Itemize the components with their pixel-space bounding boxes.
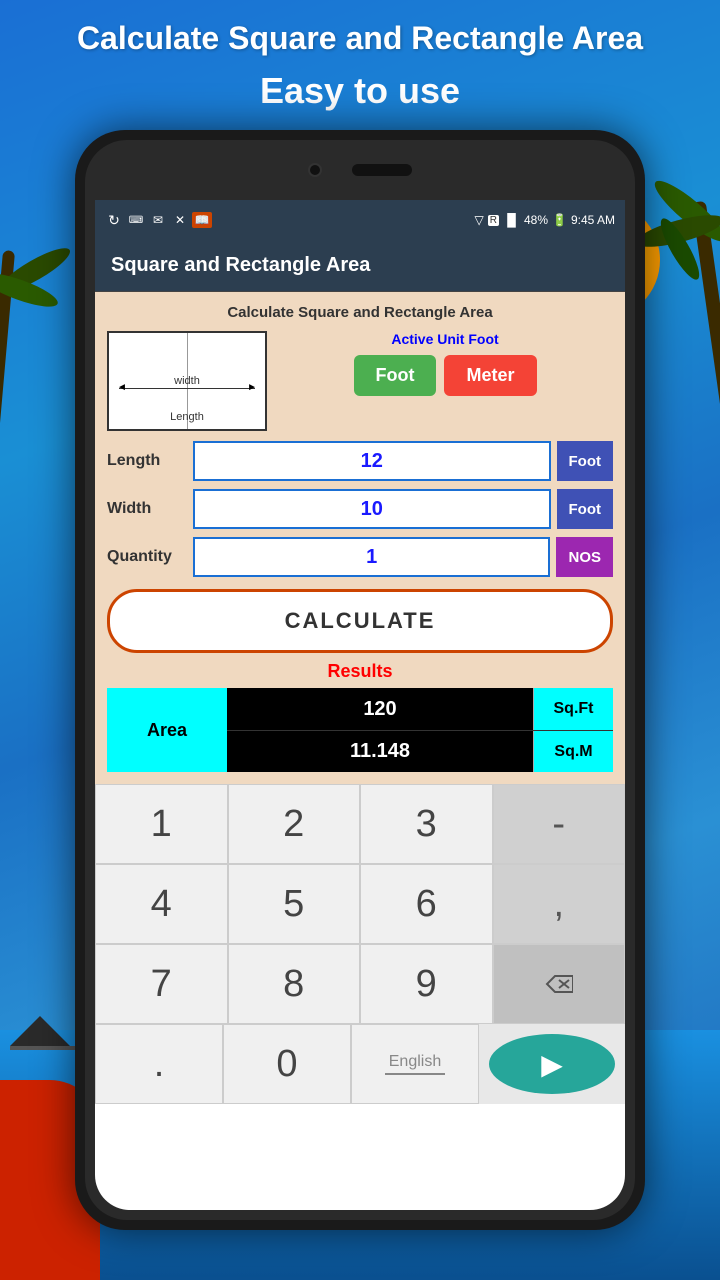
key-zero[interactable]: 0 <box>223 1024 351 1104</box>
key-2[interactable]: 2 <box>228 784 361 864</box>
phone-speaker <box>352 164 412 176</box>
length-input[interactable] <box>193 441 551 481</box>
bg-title: Calculate Square and Rectangle Area <box>0 20 720 57</box>
results-label: Results <box>107 661 613 682</box>
phone-device: ↻ ⌨ ✉ ✕ 📖 ▽ R <box>75 130 645 1230</box>
area-sqft-unit: Sq.Ft <box>533 688 613 730</box>
key-8[interactable]: 8 <box>228 944 361 1024</box>
network-r-icon: R <box>488 215 499 226</box>
messaging-icon: ✉ <box>149 211 167 229</box>
key-9[interactable]: 9 <box>360 944 493 1024</box>
foot-button[interactable]: Foot <box>354 355 437 396</box>
refresh-icon: ↻ <box>105 211 123 229</box>
numpad: 1 2 3 - 4 5 6 , 7 8 9 . 0 <box>95 784 625 1104</box>
quantity-unit-badge: NOS <box>556 537 613 577</box>
next-arrow-icon: ▶ <box>541 1048 563 1081</box>
key-dot[interactable]: . <box>95 1024 223 1104</box>
book-icon: 📖 <box>193 211 211 229</box>
meter-button[interactable]: Meter <box>444 355 536 396</box>
key-next[interactable]: ▶ <box>489 1034 615 1094</box>
shape-diagram: width ◄ ► Length <box>107 331 267 431</box>
calculate-button[interactable]: CALCULATE <box>107 589 613 653</box>
width-unit-badge: Foot <box>557 489 613 529</box>
key-5[interactable]: 5 <box>228 864 361 944</box>
calc-card-header: Calculate Square and Rectangle Area <box>107 304 613 321</box>
key-english[interactable]: English <box>351 1024 479 1104</box>
wifi-off-icon: ✕ <box>171 211 189 229</box>
english-label: English <box>389 1053 441 1071</box>
quantity-input[interactable] <box>193 537 550 577</box>
keyboard-icon: ⌨ <box>127 211 145 229</box>
length-unit-badge: Foot <box>557 441 613 481</box>
key-6[interactable]: 6 <box>360 864 493 944</box>
battery-icon: 🔋 <box>552 213 567 227</box>
width-input[interactable] <box>193 489 551 529</box>
results-table: Area 120 Sq.Ft 11.148 Sq.M <box>107 688 613 772</box>
signal-bars-icon: ▐▌ <box>503 213 520 227</box>
width-label: Width <box>107 500 187 518</box>
screen: ↻ ⌨ ✉ ✕ 📖 ▽ R <box>95 200 625 1210</box>
app-title: Square and Rectangle Area <box>111 254 370 277</box>
bg-subtitle: Easy to use <box>0 70 720 112</box>
wifi-signal-icon: ▽ <box>475 213 484 227</box>
area-sqft-value: 120 <box>227 688 533 730</box>
area-label: Area <box>107 688 227 772</box>
shape-width-label: width <box>174 375 200 387</box>
input-rows: Length Foot Width Foot Quantity NOS <box>107 441 613 577</box>
calc-card: Calculate Square and Rectangle Area widt… <box>95 292 625 784</box>
key-1[interactable]: 1 <box>95 784 228 864</box>
key-4[interactable]: 4 <box>95 864 228 944</box>
app-bar: Square and Rectangle Area <box>95 240 625 292</box>
key-7[interactable]: 7 <box>95 944 228 1024</box>
shape-length-label: Length <box>170 411 204 423</box>
key-3[interactable]: 3 <box>360 784 493 864</box>
area-sqm-unit: Sq.M <box>533 731 613 772</box>
active-unit-label: Active Unit Foot <box>391 331 498 347</box>
battery-pct: 48% <box>524 213 548 227</box>
length-label: Length <box>107 452 187 470</box>
quantity-label: Quantity <box>107 548 187 566</box>
clock: 9:45 AM <box>571 213 615 227</box>
phone-camera <box>308 163 322 177</box>
key-minus[interactable]: - <box>493 784 626 864</box>
status-bar: ↻ ⌨ ✉ ✕ 📖 ▽ R <box>95 200 625 240</box>
key-comma[interactable]: , <box>493 864 626 944</box>
area-sqm-value: 11.148 <box>227 731 533 772</box>
key-backspace[interactable] <box>493 944 626 1024</box>
